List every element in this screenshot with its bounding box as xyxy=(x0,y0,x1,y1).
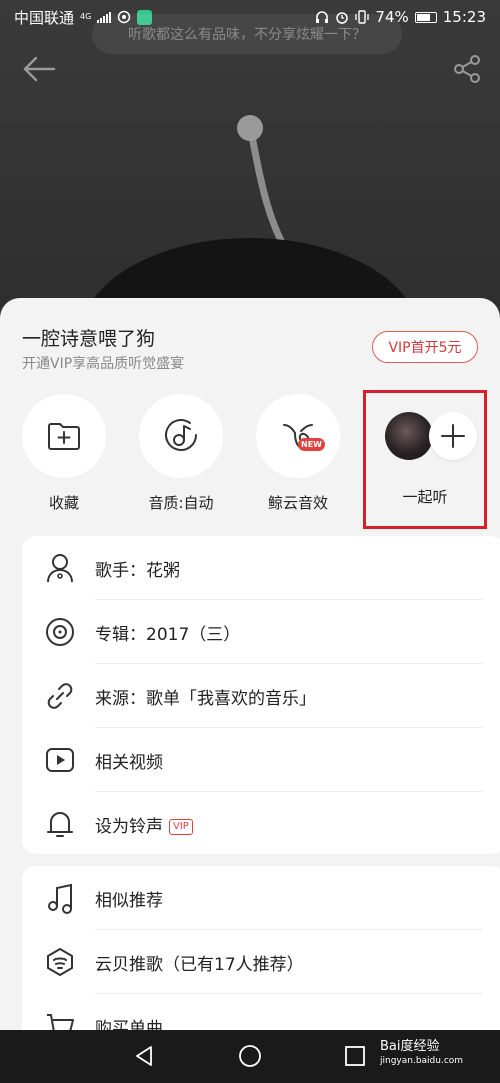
watermark-url: jingyan.baidu.com xyxy=(380,1056,464,1066)
menu-item-album[interactable]: 专辑：2017（三） xyxy=(22,600,483,664)
cart-icon xyxy=(47,1014,74,1030)
baidu-watermark: Bai度经验 jingyan.baidu.com xyxy=(380,1040,463,1068)
menu-item-source[interactable]: 来源：歌单「我喜欢的音乐」 xyxy=(22,664,483,728)
nav-back-icon[interactable] xyxy=(132,1044,156,1068)
sound-quality-action[interactable]: 音质:自动 xyxy=(131,394,231,513)
song-info-menu: 歌手：花粥 专辑：2017（三） 来源：歌单「我喜欢的音乐」 相关视频 设为铃声… xyxy=(22,536,500,854)
album-icon xyxy=(46,618,74,646)
menu-item-label: 来源：歌单「我喜欢的音乐」 xyxy=(95,688,316,709)
link-icon xyxy=(47,683,73,709)
whale-sound-effect-label: 鲸云音效 xyxy=(267,494,328,512)
share-icon[interactable] xyxy=(450,54,484,84)
new-badge: NEW xyxy=(298,438,325,451)
back-arrow-icon[interactable] xyxy=(22,54,56,84)
menu-item-label: 相关视频 xyxy=(95,752,163,773)
menu-item-label: 云贝推歌（已有17人推荐） xyxy=(95,954,304,975)
menu-item-label: 设为铃声 VIP xyxy=(95,812,193,837)
bell-icon xyxy=(47,812,73,837)
share-tip-bubble: 听歌都这么有品味，不分享炫耀一下？ xyxy=(92,14,402,54)
sound-quality-label: 音质:自动 xyxy=(148,494,214,512)
music-quality-icon xyxy=(165,419,197,451)
menu-item-singer[interactable]: 歌手：花粥 xyxy=(22,536,483,600)
menu-item-similar[interactable]: 相似推荐 xyxy=(22,866,483,930)
menu-item-buy[interactable]: 购买单曲 xyxy=(22,994,483,1030)
watermark-brand: Bai度经验 xyxy=(380,1039,440,1054)
menu-item-cloud-coin[interactable]: 云贝推歌（已有17人推荐） xyxy=(22,930,483,994)
network-type: 4G xyxy=(80,12,92,21)
collect-action[interactable]: 收藏 xyxy=(14,394,114,513)
battery-fill xyxy=(416,13,430,21)
singer-icon xyxy=(47,554,73,583)
whale-sound-effect-action[interactable]: NEW 鲸云音效 xyxy=(248,394,348,513)
collect-label: 收藏 xyxy=(48,494,79,512)
cloud-coin-icon xyxy=(47,948,73,976)
carrier-name: 中国联通 xyxy=(14,8,75,27)
nav-home-icon[interactable] xyxy=(238,1044,262,1068)
menu-item-label: 歌手：花粥 xyxy=(95,560,180,581)
add-folder-icon xyxy=(48,423,80,450)
vip-button[interactable]: VIP首开5元 xyxy=(372,331,478,363)
menu-item-label: 专辑：2017（三） xyxy=(95,624,241,645)
battery-icon xyxy=(414,11,437,23)
nav-recent-icon[interactable] xyxy=(343,1044,367,1068)
vip-tag: VIP xyxy=(169,818,193,835)
menu-item-label: 相似推荐 xyxy=(95,890,163,911)
song-options-sheet: 一腔诗意喂了狗 开通VIP享高品质听觉盛宴 VIP首开5元 收藏 音质:自动 N… xyxy=(0,298,500,1030)
vip-promo-text: 开通VIP享高品质听觉盛宴 xyxy=(22,356,185,372)
music-note-icon xyxy=(48,883,72,914)
menu-item-ringtone[interactable]: 设为铃声 VIP xyxy=(22,792,483,856)
menu-item-label: 购买单曲 xyxy=(95,1018,163,1031)
highlight-box xyxy=(363,390,487,529)
menu-item-related-video[interactable]: 相关视频 xyxy=(22,728,483,792)
song-title: 一腔诗意喂了狗 xyxy=(22,328,156,350)
video-play-icon xyxy=(46,748,74,772)
clock: 15:23 xyxy=(442,8,486,26)
recommend-menu: 相似推荐 云贝推歌（已有17人推荐） 购买单曲 xyxy=(22,866,500,1030)
